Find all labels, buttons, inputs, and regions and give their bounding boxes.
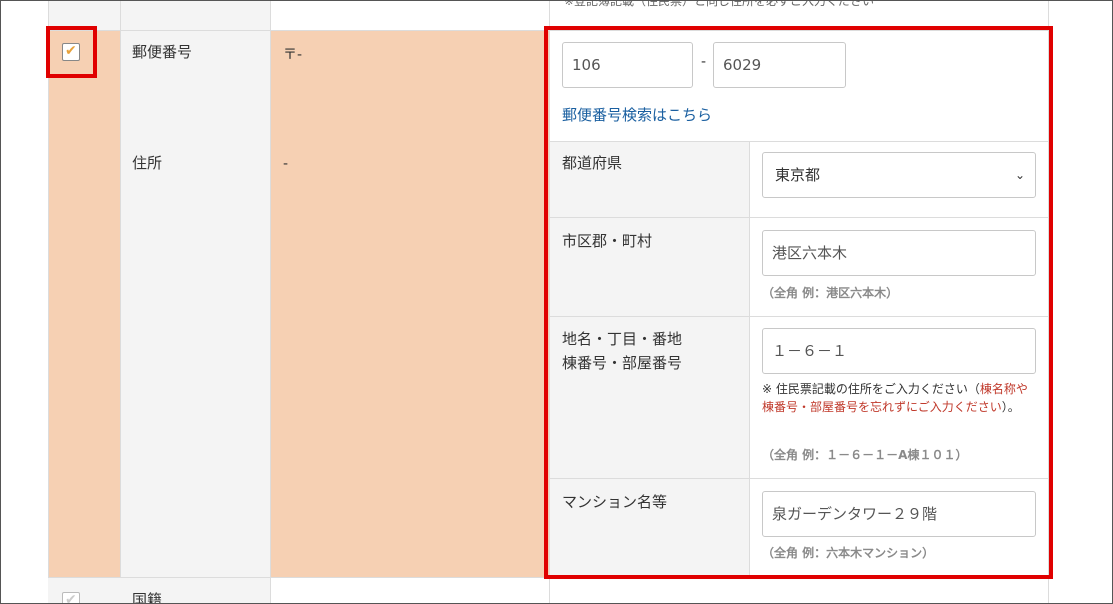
- screenshot-frame: [0, 0, 1113, 604]
